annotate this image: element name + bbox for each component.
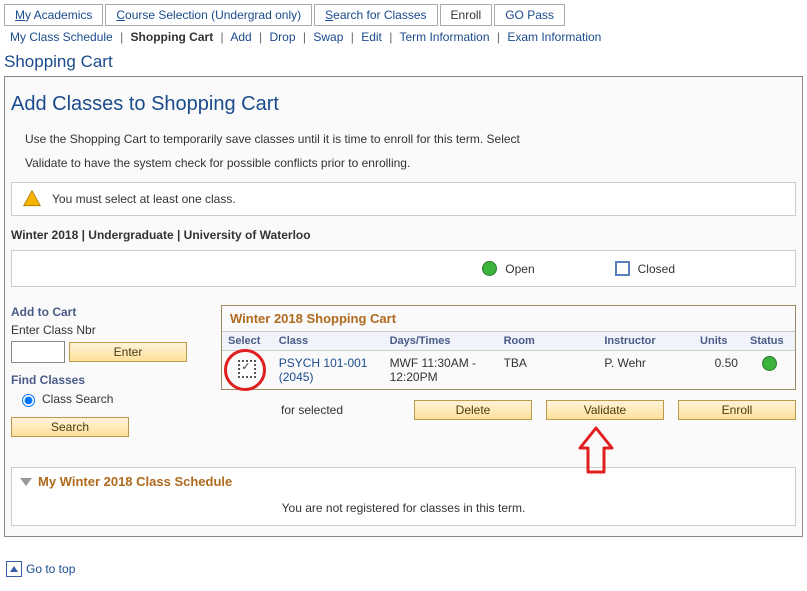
legend-open: Open: [482, 261, 534, 276]
separator: |: [389, 30, 392, 44]
separator: |: [120, 30, 123, 44]
go-to-top-link[interactable]: Go to top: [26, 562, 75, 576]
description-line1: Use the Shopping Cart to temporarily sav…: [25, 130, 796, 148]
units-cell: 0.50: [694, 351, 744, 390]
col-room: Room: [498, 332, 599, 351]
subnav-term-info[interactable]: Term Information: [399, 30, 489, 44]
separator: |: [259, 30, 262, 44]
schedule-title: My Winter 2018 Class Schedule: [38, 474, 232, 489]
days-times-cell: MWF 11:30AM - 12:20PM: [384, 351, 498, 390]
enroll-subnav: My Class Schedule | Shopping Cart | Add …: [10, 30, 799, 44]
instructor-cell: P. Wehr: [598, 351, 694, 390]
add-to-cart-head: Add to Cart: [11, 305, 201, 319]
tab-go-pass[interactable]: GO Pass: [494, 4, 565, 26]
section-title: Add Classes to Shopping Cart: [11, 93, 796, 116]
validate-button[interactable]: Validate: [546, 400, 664, 420]
subnav-drop[interactable]: Drop: [270, 30, 296, 44]
class-search-radio[interactable]: [22, 394, 35, 407]
col-select: Select: [222, 332, 273, 351]
term-line: Winter 2018 | Undergraduate | University…: [11, 228, 796, 242]
subnav-swap[interactable]: Swap: [313, 30, 343, 44]
separator: |: [303, 30, 306, 44]
enroll-button[interactable]: Enroll: [678, 400, 796, 420]
schedule-header[interactable]: My Winter 2018 Class Schedule: [12, 468, 795, 495]
schedule-body: You are not registered for classes in th…: [12, 495, 795, 525]
tab-search-classes[interactable]: Search for Classes: [314, 4, 437, 26]
subnav-exam-info[interactable]: Exam Information: [507, 30, 601, 44]
left-sidebar: Add to Cart Enter Class Nbr Enter Find C…: [11, 305, 201, 437]
page-title: Shopping Cart: [4, 52, 803, 72]
separator: |: [351, 30, 354, 44]
status-cell: [744, 351, 795, 390]
enter-class-nbr-label: Enter Class Nbr: [11, 323, 201, 337]
legend-open-label: Open: [505, 262, 534, 276]
tab-enroll[interactable]: Enroll: [440, 4, 493, 26]
table-row: PSYCH 101-001 (2045) MWF 11:30AM - 12:20…: [222, 351, 795, 390]
room-cell: TBA: [498, 351, 599, 390]
cart-actions: for selected Delete Validate Enroll: [221, 400, 796, 420]
separator: |: [221, 30, 224, 44]
col-instructor: Instructor: [598, 332, 694, 351]
go-to-top[interactable]: Go to top: [6, 561, 803, 577]
col-status: Status: [744, 332, 795, 351]
select-checkbox[interactable]: [238, 360, 256, 378]
tab-my-academics[interactable]: My Academics: [4, 4, 103, 26]
open-status-icon: [482, 261, 497, 276]
find-classes-head: Find Classes: [11, 373, 201, 387]
tab-course-selection[interactable]: Course Selection (Undergrad only): [105, 4, 312, 26]
separator: |: [497, 30, 500, 44]
warning-icon: [22, 189, 42, 209]
legend-bar: Open Closed: [11, 250, 796, 287]
cart-table: Select Class Days/Times Room Instructor …: [222, 331, 795, 389]
collapse-icon: [20, 478, 32, 486]
closed-status-icon: [615, 261, 630, 276]
open-status-icon: [762, 356, 777, 371]
schedule-box: My Winter 2018 Class Schedule You are no…: [11, 467, 796, 526]
shopping-cart-box: Winter 2018 Shopping Cart Select Class D…: [221, 305, 796, 390]
subnav-add[interactable]: Add: [230, 30, 251, 44]
arrow-up-icon: [6, 561, 22, 577]
legend-closed: Closed: [615, 261, 675, 276]
description-line2: Validate to have the system check for po…: [25, 154, 796, 172]
legend-closed-label: Closed: [638, 262, 675, 276]
search-button[interactable]: Search: [11, 417, 129, 437]
main-panel: Add Classes to Shopping Cart Use the Sho…: [4, 76, 803, 537]
top-tabs: My Academics Course Selection (Undergrad…: [4, 4, 803, 26]
col-days-times: Days/Times: [384, 332, 498, 351]
class-link[interactable]: PSYCH 101-001 (2045): [279, 356, 368, 384]
for-selected-label: for selected: [221, 403, 343, 417]
class-search-label: Class Search: [42, 392, 113, 406]
warning-bar: You must select at least one class.: [11, 182, 796, 216]
enter-button[interactable]: Enter: [69, 342, 187, 362]
delete-button[interactable]: Delete: [414, 400, 532, 420]
cart-title: Winter 2018 Shopping Cart: [222, 306, 795, 331]
subnav-my-class-schedule[interactable]: My Class Schedule: [10, 30, 113, 44]
col-class: Class: [273, 332, 384, 351]
subnav-edit[interactable]: Edit: [361, 30, 382, 44]
class-nbr-input[interactable]: [11, 341, 65, 363]
warning-text: You must select at least one class.: [52, 192, 236, 206]
subnav-shopping-cart: Shopping Cart: [131, 30, 214, 44]
col-units: Units: [694, 332, 744, 351]
